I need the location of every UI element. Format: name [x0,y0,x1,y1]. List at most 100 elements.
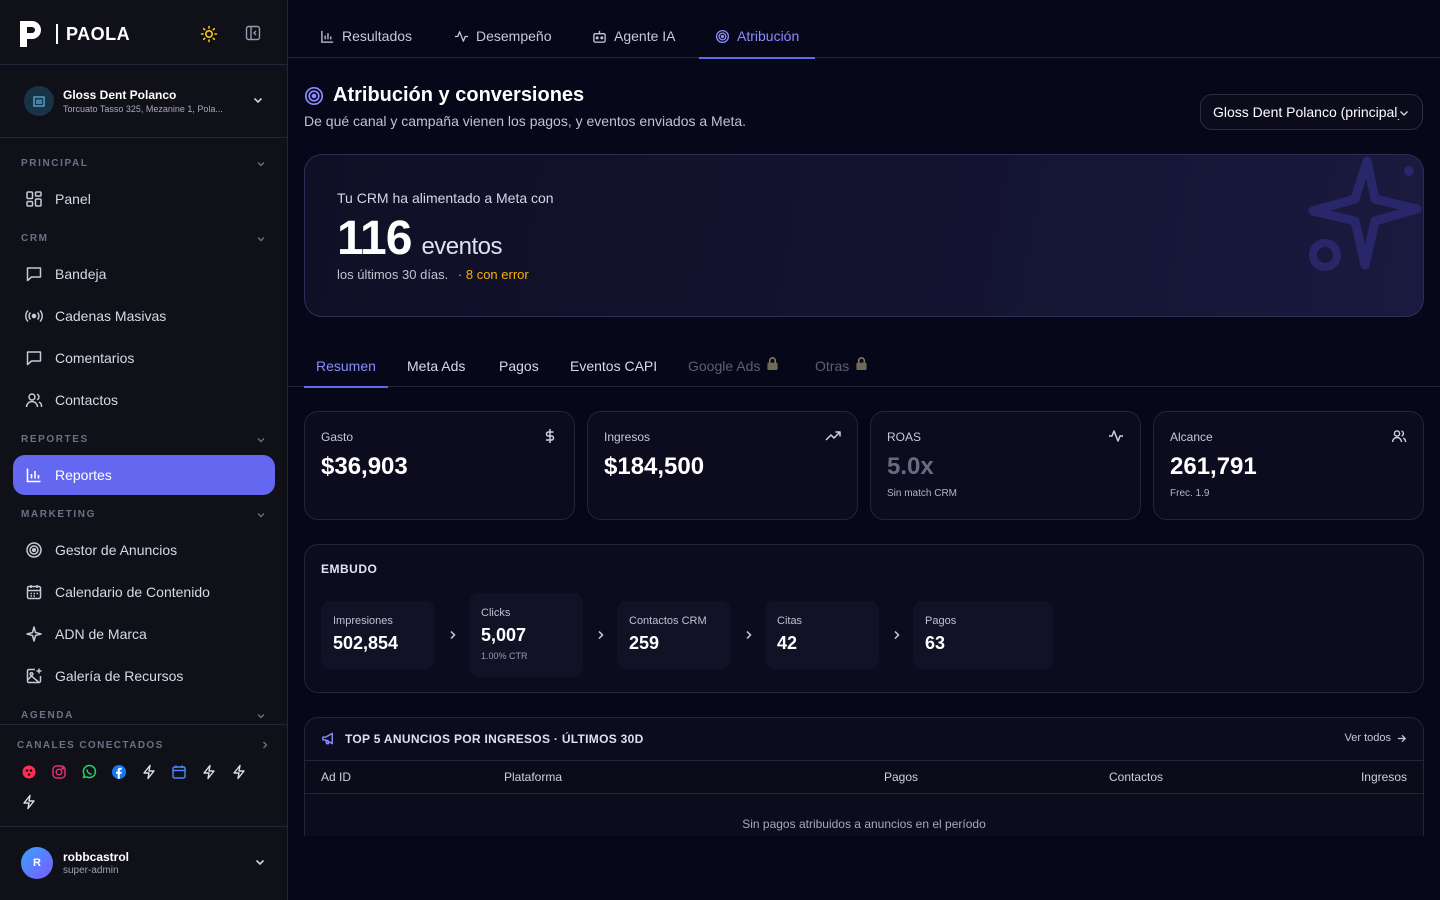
location-select[interactable]: Gloss Dent Polanco (principal) [1200,94,1423,130]
chevron-right-icon [598,630,604,640]
chevron-down-icon[interactable] [256,435,266,445]
funnel-step-value: 63 [925,633,946,653]
user-menu[interactable]: R robbcastrol super-admin [21,846,129,880]
whatsapp-icon[interactable] [81,764,97,780]
column-header-contactos[interactable]: Contactos [1109,770,1163,784]
tab-resultados[interactable]: Resultados [320,14,412,58]
sidebar-collapse-icon[interactable] [245,25,261,41]
target-icon [715,29,730,43]
hero-error-count[interactable]: · 8 con error [458,267,529,282]
robot-icon [593,30,606,43]
kpi-value: $36,903 [321,453,408,480]
column-header-ad-id[interactable]: Ad ID [321,770,351,784]
chevron-down-icon[interactable] [256,711,266,721]
tab-atribucion[interactable]: Atribución [698,14,816,59]
target-icon [25,541,43,559]
sidebar-item-label: ADN de Marca [55,626,147,642]
sidebar-item-label: Reportes [55,467,112,483]
page-title: Atribución y conversiones [333,84,585,106]
facebook-icon[interactable] [111,764,127,780]
trending-up-icon [825,431,841,441]
funnel-step-label: Pagos [925,615,957,627]
location-select-value: Gloss Dent Polanco (principal) [1213,104,1403,120]
sidebar-item-adn-marca[interactable]: ADN de Marca [13,614,275,654]
funnel-step-impresiones: Impresiones 502,854 [321,601,435,669]
sparkle-decoration-icon [1308,156,1422,271]
bolt-icon[interactable] [231,764,247,780]
kpi-value: 261,791 [1170,453,1257,480]
calendar-icon[interactable] [171,764,187,780]
subtab-google-ads[interactable]: Google Ads [688,357,779,387]
kpi-label: Gasto [321,430,354,444]
sidebar-item-calendario[interactable]: Calendario de Contenido [13,572,275,612]
column-header-plataforma[interactable]: Plataforma [504,770,562,784]
kpi-value: 5.0x [887,453,934,480]
table-header-row: Ad ID Plataforma Pagos Contactos Ingreso… [305,760,1423,794]
chevron-down-icon[interactable] [256,159,266,169]
sidebar-item-galeria[interactable]: Galería de Recursos [13,656,275,696]
subtab-pagos[interactable]: Pagos [499,358,539,387]
sidebar-item-label: Bandeja [55,266,107,282]
tiktok-icon[interactable] [21,764,37,780]
instagram-icon[interactable] [51,764,67,780]
chevron-right-icon[interactable] [260,740,270,750]
kpi-label: ROAS [887,430,922,444]
chevron-down-icon [253,97,263,104]
sidebar-item-bandeja[interactable]: Bandeja [13,254,275,294]
arrow-right-icon [1397,734,1407,742]
sidebar-item-gestor-anuncios[interactable]: Gestor de Anuncios [13,530,275,570]
sidebar-item-label: Gestor de Anuncios [55,542,178,558]
funnel-step-citas: Citas 42 [765,601,879,669]
subtab-meta-ads[interactable]: Meta Ads [407,358,465,387]
chevron-down-icon[interactable] [256,234,266,244]
sun-icon[interactable] [200,25,218,43]
users-icon [1391,430,1407,443]
hero-events-count: 116 [337,212,412,265]
sidebar-item-comentarios[interactable]: Comentarios [13,338,275,378]
subtab-otras[interactable]: Otras [815,357,868,387]
broadcast-icon [25,307,43,325]
bolt-icon[interactable] [201,764,217,780]
funnel-step-clicks: Clicks 5,007 1.00% CTR [469,593,583,677]
brand-separator [56,24,58,44]
divider [0,64,288,65]
funnel-title: EMBUDO [321,562,378,576]
sidebar-item-label: Cadenas Masivas [55,308,167,324]
bolt-icon[interactable] [21,794,37,810]
sidebar-item-panel[interactable]: Panel [13,179,275,219]
column-header-ingresos[interactable]: Ingresos [1361,770,1407,784]
tab-desempeno[interactable]: Desempeño [454,14,552,58]
subtab-eventos-capi[interactable]: Eventos CAPI [570,358,657,387]
funnel-step-label: Impresiones [333,615,393,627]
column-header-pagos[interactable]: Pagos [884,770,918,784]
dollar-icon [545,429,555,443]
table-empty-state: Sin pagos atribuidos a anuncios en el pe… [742,817,986,831]
funnel-step-label: Citas [777,615,803,627]
hero-events-unit: eventos [421,233,502,260]
sidebar-item-reportes[interactable]: Reportes [13,455,275,495]
clinic-switcher[interactable]: Gloss Dent Polanco Torcuato Tasso 325, M… [14,78,274,124]
sidebar: PAOLA Gloss Dent Polanco Torcuato Tasso … [0,0,288,900]
tab-agente-ia[interactable]: Agente IA [592,14,676,58]
activity-icon [1109,430,1123,442]
subtab-resumen[interactable]: Resumen [304,358,388,388]
brand-name: PAOLA [66,23,131,44]
see-all-link[interactable]: Ver todos [1345,732,1407,744]
chevron-down-icon[interactable] [256,510,266,520]
subtab-label: Google Ads [688,358,761,374]
sidebar-item-label: Contactos [55,392,119,408]
chevron-down-icon[interactable] [254,856,266,868]
tab-label: Atribución [737,28,800,44]
bolt-icon[interactable] [141,764,157,780]
sidebar-item-contactos[interactable]: Contactos [13,380,275,420]
connected-channels-label: CANALES CONECTADOS [17,740,164,751]
tab-label: Desempeño [476,28,552,44]
brand[interactable]: PAOLA [16,14,130,54]
content-fade [288,836,1440,900]
tab-label: Agente IA [614,28,676,44]
kpi-value: $184,500 [604,453,705,480]
sidebar-item-cadenas-masivas[interactable]: Cadenas Masivas [13,296,275,336]
megaphone-icon [322,732,333,745]
divider [0,137,288,138]
funnel-step-subtext: 1.00% CTR [481,651,528,661]
